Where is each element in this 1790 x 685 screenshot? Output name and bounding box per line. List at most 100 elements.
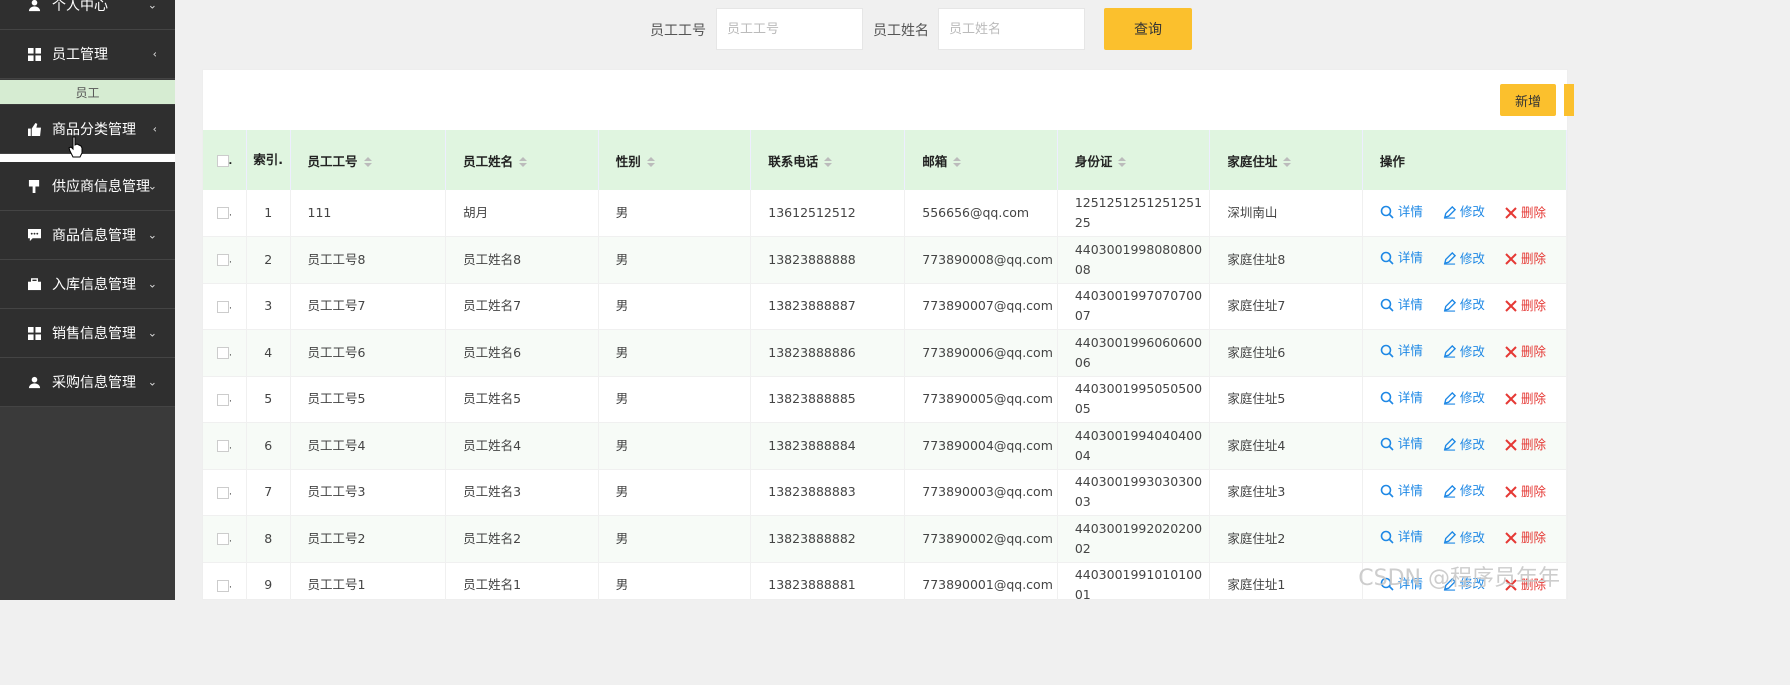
- detail-button[interactable]: 详情: [1380, 434, 1423, 454]
- cell-idcard: 440300199808080008: [1057, 236, 1211, 284]
- cell-ops: 详情 修改 删除: [1362, 329, 1568, 377]
- sidebar-item-employee-management[interactable]: 员工管理 ‹: [0, 30, 175, 79]
- chevron-left-icon: ‹: [152, 47, 157, 61]
- header-address[interactable]: 家庭住址: [1209, 130, 1363, 190]
- close-icon: [1505, 253, 1517, 265]
- pencil-icon: [1443, 391, 1456, 405]
- cell-idcard: 440300199505050005: [1057, 376, 1211, 423]
- chevron-down-icon: ⌄: [147, 179, 157, 193]
- edit-button[interactable]: 修改: [1443, 435, 1485, 455]
- chevron-down-icon: ⌄: [147, 228, 157, 242]
- row-checkbox[interactable]: .: [203, 329, 247, 377]
- sidebar: 个人中心 ⌄ 员工管理 ‹ 员工 商品分类管理 ‹ 供应商信息管理 ⌄ 商品信息…: [0, 0, 175, 600]
- header-email[interactable]: 邮箱: [904, 130, 1058, 190]
- cell-email: 773890008@qq.com: [904, 236, 1058, 284]
- edit-button[interactable]: 修改: [1443, 202, 1485, 222]
- sidebar-item-category-management[interactable]: 商品分类管理 ‹: [0, 105, 175, 154]
- detail-button[interactable]: 详情: [1380, 202, 1423, 222]
- row-index: 7: [246, 469, 291, 516]
- row-checkbox[interactable]: .: [203, 562, 247, 609]
- cell-email: 773890007@qq.com: [904, 283, 1058, 330]
- op-label: 删除: [1520, 297, 1546, 313]
- cell-emp-no: 员工工号7: [290, 283, 447, 330]
- select-all-checkbox[interactable]: .: [203, 130, 247, 190]
- edit-button[interactable]: 修改: [1443, 342, 1485, 362]
- delete-button[interactable]: 删除: [1505, 342, 1546, 362]
- emp-no-input[interactable]: [716, 8, 863, 50]
- cell-gender: 男: [598, 469, 752, 516]
- edit-button[interactable]: 修改: [1443, 481, 1485, 501]
- delete-button[interactable]: 删除: [1505, 435, 1546, 455]
- sidebar-item-supplier-management[interactable]: 供应商信息管理 ⌄: [0, 162, 175, 211]
- chat-icon: [27, 228, 41, 242]
- row-checkbox[interactable]: .: [203, 190, 247, 237]
- row-checkbox[interactable]: .: [203, 469, 247, 516]
- op-label: 删除: [1520, 437, 1546, 453]
- cell-address: 深圳南山: [1209, 190, 1363, 237]
- edit-button[interactable]: 修改: [1443, 388, 1485, 408]
- detail-button[interactable]: 详情: [1380, 527, 1423, 547]
- batch-delete-button[interactable]: [1564, 84, 1574, 116]
- op-label: 详情: [1397, 482, 1423, 498]
- cell-ops: 详情 修改 删除: [1362, 422, 1568, 470]
- op-label: 详情: [1397, 203, 1423, 219]
- header-gender[interactable]: 性别: [598, 130, 752, 190]
- sidebar-subitem-employee[interactable]: 员工: [0, 80, 175, 104]
- emp-name-input[interactable]: [938, 8, 1085, 50]
- cell-emp-name: 胡月: [445, 190, 599, 237]
- sidebar-item-product-management[interactable]: 商品信息管理 ⌄: [0, 211, 175, 260]
- search-icon: [1380, 391, 1394, 405]
- cell-emp-name: 员工姓名6: [445, 329, 599, 377]
- sidebar-item-personal-center[interactable]: 个人中心 ⌄: [0, 0, 175, 30]
- sidebar-item-sales-management[interactable]: 销售信息管理 ⌄: [0, 309, 175, 358]
- header-emp-no[interactable]: 员工工号: [290, 130, 447, 190]
- search-bar: 员工工号 员工姓名 查询: [175, 0, 1568, 62]
- delete-button[interactable]: 删除: [1505, 482, 1546, 502]
- op-label: 修改: [1459, 390, 1485, 406]
- cell-phone: 13823888883: [750, 469, 906, 516]
- row-checkbox[interactable]: .: [203, 283, 247, 330]
- delete-button[interactable]: 删除: [1505, 296, 1546, 316]
- sidebar-item-inbound-management[interactable]: 入库信息管理 ⌄: [0, 260, 175, 309]
- cell-email: 556656@qq.com: [904, 190, 1058, 237]
- delete-button[interactable]: 删除: [1505, 203, 1546, 223]
- edit-button[interactable]: 修改: [1443, 528, 1485, 548]
- row-index: 8: [246, 515, 291, 563]
- row-index: 5: [246, 376, 291, 423]
- chevron-down-icon: ⌄: [147, 375, 157, 389]
- detail-button[interactable]: 详情: [1380, 341, 1423, 361]
- delete-button[interactable]: 删除: [1505, 249, 1546, 269]
- detail-button[interactable]: 详情: [1380, 388, 1423, 408]
- employee-table: . 索引. 员工工号 员工姓名 性别 联系电话 邮箱 身份证 家庭住址 操作 .…: [203, 130, 1568, 609]
- header-idcard[interactable]: 身份证: [1057, 130, 1211, 190]
- row-checkbox[interactable]: .: [203, 376, 247, 423]
- checkbox-icon: [216, 533, 229, 545]
- close-icon: [1505, 206, 1517, 219]
- close-icon: [1505, 346, 1517, 358]
- row-index: 6: [246, 422, 291, 470]
- op-label: 修改: [1459, 250, 1485, 266]
- detail-button[interactable]: 详情: [1380, 248, 1423, 268]
- header-phone[interactable]: 联系电话: [750, 130, 906, 190]
- cell-phone: 13823888884: [750, 422, 906, 470]
- detail-button[interactable]: 详情: [1380, 481, 1423, 501]
- edit-button[interactable]: 修改: [1443, 295, 1485, 315]
- edit-button[interactable]: 修改: [1443, 249, 1485, 269]
- row-checkbox[interactable]: .: [203, 422, 247, 470]
- grid-icon: [27, 47, 41, 61]
- row-index: 4: [246, 329, 291, 377]
- detail-button[interactable]: 详情: [1380, 295, 1423, 315]
- row-checkbox[interactable]: .: [203, 236, 247, 284]
- sidebar-item-purchase-management[interactable]: 采购信息管理 ⌄: [0, 358, 175, 407]
- table-panel: 新增 . 索引. 员工工号 员工姓名 性别 联系电话 邮箱 身份证 家庭住址 操…: [202, 69, 1574, 609]
- op-label: 详情: [1397, 250, 1423, 266]
- add-button[interactable]: 新增: [1500, 84, 1556, 116]
- delete-button[interactable]: 删除: [1505, 528, 1546, 548]
- delete-button[interactable]: 删除: [1505, 389, 1546, 409]
- cell-emp-name: 员工姓名7: [445, 283, 599, 330]
- query-button[interactable]: 查询: [1104, 8, 1192, 50]
- row-checkbox[interactable]: .: [203, 515, 247, 563]
- cell-phone: 13823888888: [750, 236, 906, 284]
- cell-ops: 详情 修改 删除: [1362, 283, 1568, 330]
- header-emp-name[interactable]: 员工姓名: [445, 130, 599, 190]
